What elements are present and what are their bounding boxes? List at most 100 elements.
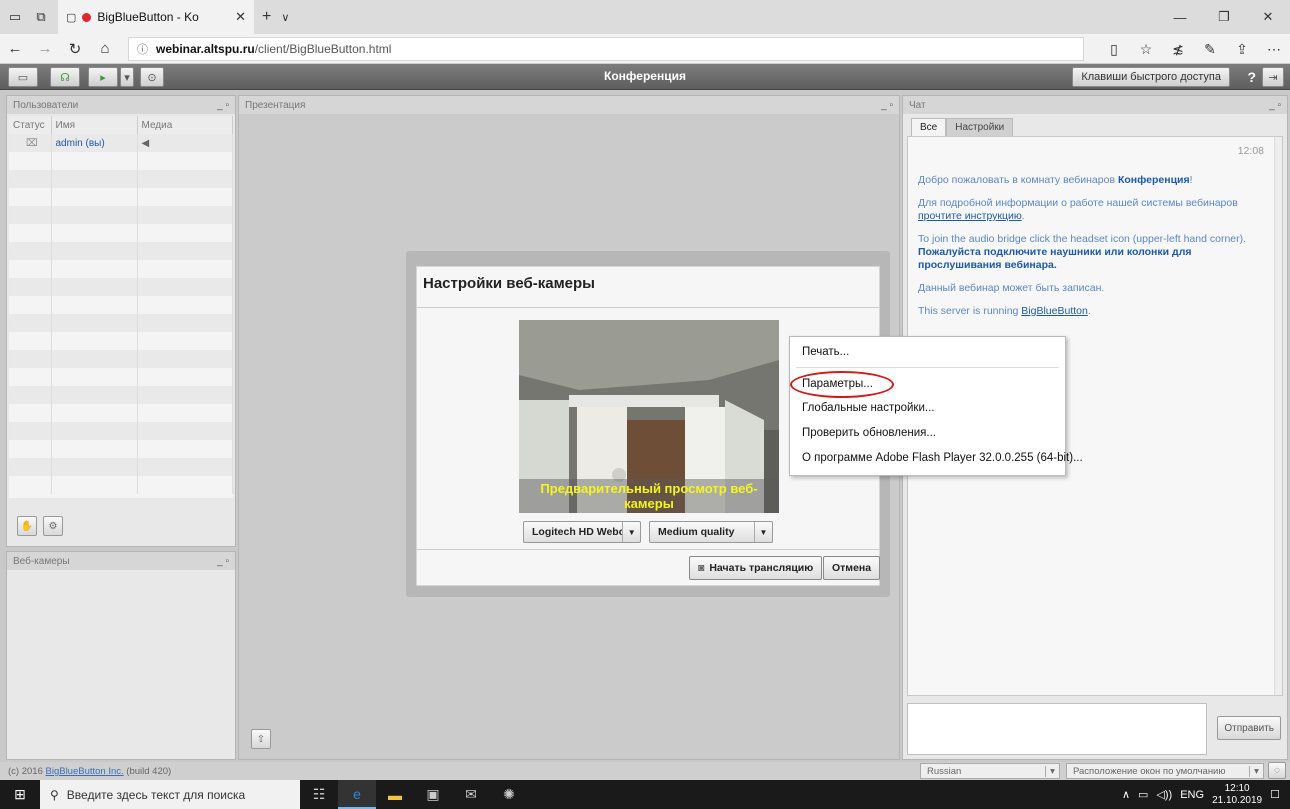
chat-scrollbar[interactable] xyxy=(1274,137,1282,695)
minimize-panel-icon[interactable]: _ ▫ xyxy=(1269,100,1281,111)
volume-icon[interactable]: ◁)) xyxy=(1156,788,1172,801)
menu-item-check-updates[interactable]: Проверить обновления... xyxy=(802,423,936,443)
speaker-icon[interactable]: ◀ xyxy=(137,134,233,152)
welcome-end: ! xyxy=(1189,174,1193,186)
company-link[interactable]: BigBlueButton Inc. xyxy=(46,766,124,777)
set-aside-tabs-icon[interactable]: ⧉ xyxy=(30,6,52,28)
layout-value: Расположение окон по умолчанию xyxy=(1073,765,1226,777)
windows-start-icon[interactable]: ⊞ xyxy=(0,780,40,809)
info-end: . xyxy=(1021,210,1025,222)
users-panel: Пользователи _ ▫ Статус Имя Медиа ⌧ admi… xyxy=(6,95,236,547)
shortcuts-button[interactable]: Клавиши быстрого доступа xyxy=(1072,67,1230,87)
site-info-icon[interactable]: ⓘ xyxy=(137,41,148,57)
col-status[interactable]: Статус xyxy=(9,116,52,134)
chat-message: To join the audio bridge click the heads… xyxy=(918,233,1272,272)
restore-icon[interactable]: ❐ xyxy=(1202,0,1246,34)
divider xyxy=(417,307,879,308)
flash-context-menu: Печать... Параметры... Глобальные настро… xyxy=(789,336,1083,476)
tab-close-icon[interactable]: ✕ xyxy=(235,9,246,25)
reading-view-icon[interactable]: ▯ xyxy=(1098,41,1130,58)
upload-presentation-icon[interactable]: ⇧ xyxy=(251,729,271,749)
notifications-icon[interactable]: ☐ xyxy=(1270,788,1280,801)
menu-divider xyxy=(796,367,1059,368)
edge-browser-icon[interactable]: e xyxy=(338,780,376,809)
clock[interactable]: 12:10 21.10.2019 xyxy=(1212,783,1262,807)
network-icon[interactable]: ▭ xyxy=(1138,788,1148,801)
minimize-panel-icon[interactable]: _ ▫ xyxy=(217,100,229,111)
minimize-panel-icon[interactable]: _ ▫ xyxy=(881,100,893,111)
tab-settings[interactable]: Настройки xyxy=(946,118,1014,136)
col-media[interactable]: Медиа xyxy=(137,116,233,134)
audio-text: To join the audio bridge click the heads… xyxy=(918,233,1247,245)
mail-icon[interactable]: ✉ xyxy=(452,780,490,809)
more-icon[interactable]: ⋯ xyxy=(1258,41,1290,58)
tab-all[interactable]: Все xyxy=(911,118,947,136)
layout-select[interactable]: Расположение окон по умолчанию ▾ xyxy=(1066,763,1264,779)
menu-item-global-settings[interactable]: Глобальные настройки... xyxy=(802,398,934,418)
chevron-down-icon: ▼ xyxy=(622,522,640,542)
camera-select[interactable]: Logitech HD Webc ▼ xyxy=(523,521,641,543)
refresh-icon[interactable]: ↻ xyxy=(60,34,90,64)
chat-panel-title: Чат xyxy=(909,99,926,111)
presenter-icon: ⌧ xyxy=(9,134,52,152)
task-view-icon[interactable]: ☷ xyxy=(300,780,338,809)
send-button[interactable]: Отправить xyxy=(1217,716,1281,740)
webcam-preview: Предварительный просмотр веб-камеры xyxy=(519,320,779,513)
forward-icon[interactable]: → xyxy=(30,34,60,64)
chevron-down-icon: ▾ xyxy=(1249,765,1263,777)
info-text: Для подробной информации о работе нашей … xyxy=(918,197,1238,209)
user-name: admin (вы) xyxy=(51,134,138,152)
pen-icon[interactable]: ✎ xyxy=(1194,41,1226,58)
chat-message: Для подробной информации о работе нашей … xyxy=(918,197,1272,223)
browser-tab[interactable]: ▢ BigBlueButton - Ko ✕ xyxy=(58,0,254,34)
presentation-panel-header: Презентация _ ▫ xyxy=(239,96,899,114)
taskbar-search[interactable]: ⚲ Введите здесь текст для поиска xyxy=(40,780,300,809)
user-settings-icon[interactable]: ⚙ xyxy=(43,516,63,536)
start-broadcast-label: Начать трансляцию xyxy=(709,562,814,574)
tray-chevron-up-icon[interactable]: ∧ xyxy=(1122,788,1130,801)
file-explorer-icon[interactable]: ▬ xyxy=(376,780,414,809)
tab-actions-icon[interactable]: ▭ xyxy=(4,6,26,28)
close-window-icon[interactable]: ✕ xyxy=(1246,0,1290,34)
input-language[interactable]: ENG xyxy=(1180,789,1204,801)
minimize-panel-icon[interactable]: _ ▫ xyxy=(217,556,229,567)
cancel-button[interactable]: Отмена xyxy=(823,556,881,580)
store-icon[interactable]: ▣ xyxy=(414,780,452,809)
table-row[interactable]: ⌧ admin (вы) ◀ xyxy=(9,134,233,152)
share-icon[interactable]: ⇪ xyxy=(1226,41,1258,58)
build-text: (build 420) xyxy=(123,766,172,777)
url-field[interactable]: ⓘ webinar.altspu.ru /client/BigBlueButto… xyxy=(128,36,1084,61)
favorites-list-icon[interactable]: ≴ xyxy=(1162,41,1194,58)
menu-item-print[interactable]: Печать... xyxy=(802,342,849,362)
minimize-icon[interactable]: — xyxy=(1158,0,1202,34)
language-select[interactable]: Russian ▾ xyxy=(920,763,1060,779)
logout-icon[interactable]: ⇥ xyxy=(1262,67,1284,87)
back-icon[interactable]: ← xyxy=(0,34,30,64)
tab-list-chevron-icon[interactable]: ∨ xyxy=(281,11,289,24)
raise-hand-icon[interactable]: ✋ xyxy=(17,516,37,536)
instructions-link[interactable]: прочтите инструкцию xyxy=(918,210,1022,222)
col-name[interactable]: Имя xyxy=(51,116,138,134)
preview-caption: Предварительный просмотр веб-камеры xyxy=(519,479,779,513)
home-icon[interactable]: ⌂ xyxy=(90,34,120,64)
tab-page-icon: ▢ xyxy=(66,11,77,24)
favorite-star-icon[interactable]: ☆ xyxy=(1130,41,1162,58)
apply-layout-icon[interactable]: ◌ xyxy=(1268,762,1286,779)
chat-input[interactable] xyxy=(907,703,1207,755)
paint-icon[interactable]: ✺ xyxy=(490,780,528,809)
recording-dot-icon xyxy=(82,12,92,22)
windows-taskbar: ⊞ ⚲ Введите здесь текст для поиска ☷ e ▬… xyxy=(0,780,1290,809)
dialog-title: Настройки веб-камеры xyxy=(423,275,595,292)
quality-select[interactable]: Medium quality ▼ xyxy=(649,521,773,543)
bigbluebutton-link[interactable]: BigBlueButton xyxy=(1021,305,1088,317)
new-tab-icon[interactable]: + xyxy=(262,8,271,26)
audio-bold-text: Пожалуйста подключите наушники или колон… xyxy=(918,246,1192,271)
highlight-circle xyxy=(790,371,894,398)
start-broadcast-button[interactable]: ◙ Начать трансляцию xyxy=(689,556,823,580)
help-button[interactable]: ? xyxy=(1247,69,1256,85)
menu-item-about-flash[interactable]: О программе Adobe Flash Player 32.0.0.25… xyxy=(802,448,1083,468)
chat-message: Добро пожаловать в комнату вебинаров Кон… xyxy=(918,174,1272,187)
users-panel-title: Пользователи xyxy=(13,99,79,111)
server-end: . xyxy=(1087,305,1091,317)
search-placeholder: Введите здесь текст для поиска xyxy=(66,787,246,802)
